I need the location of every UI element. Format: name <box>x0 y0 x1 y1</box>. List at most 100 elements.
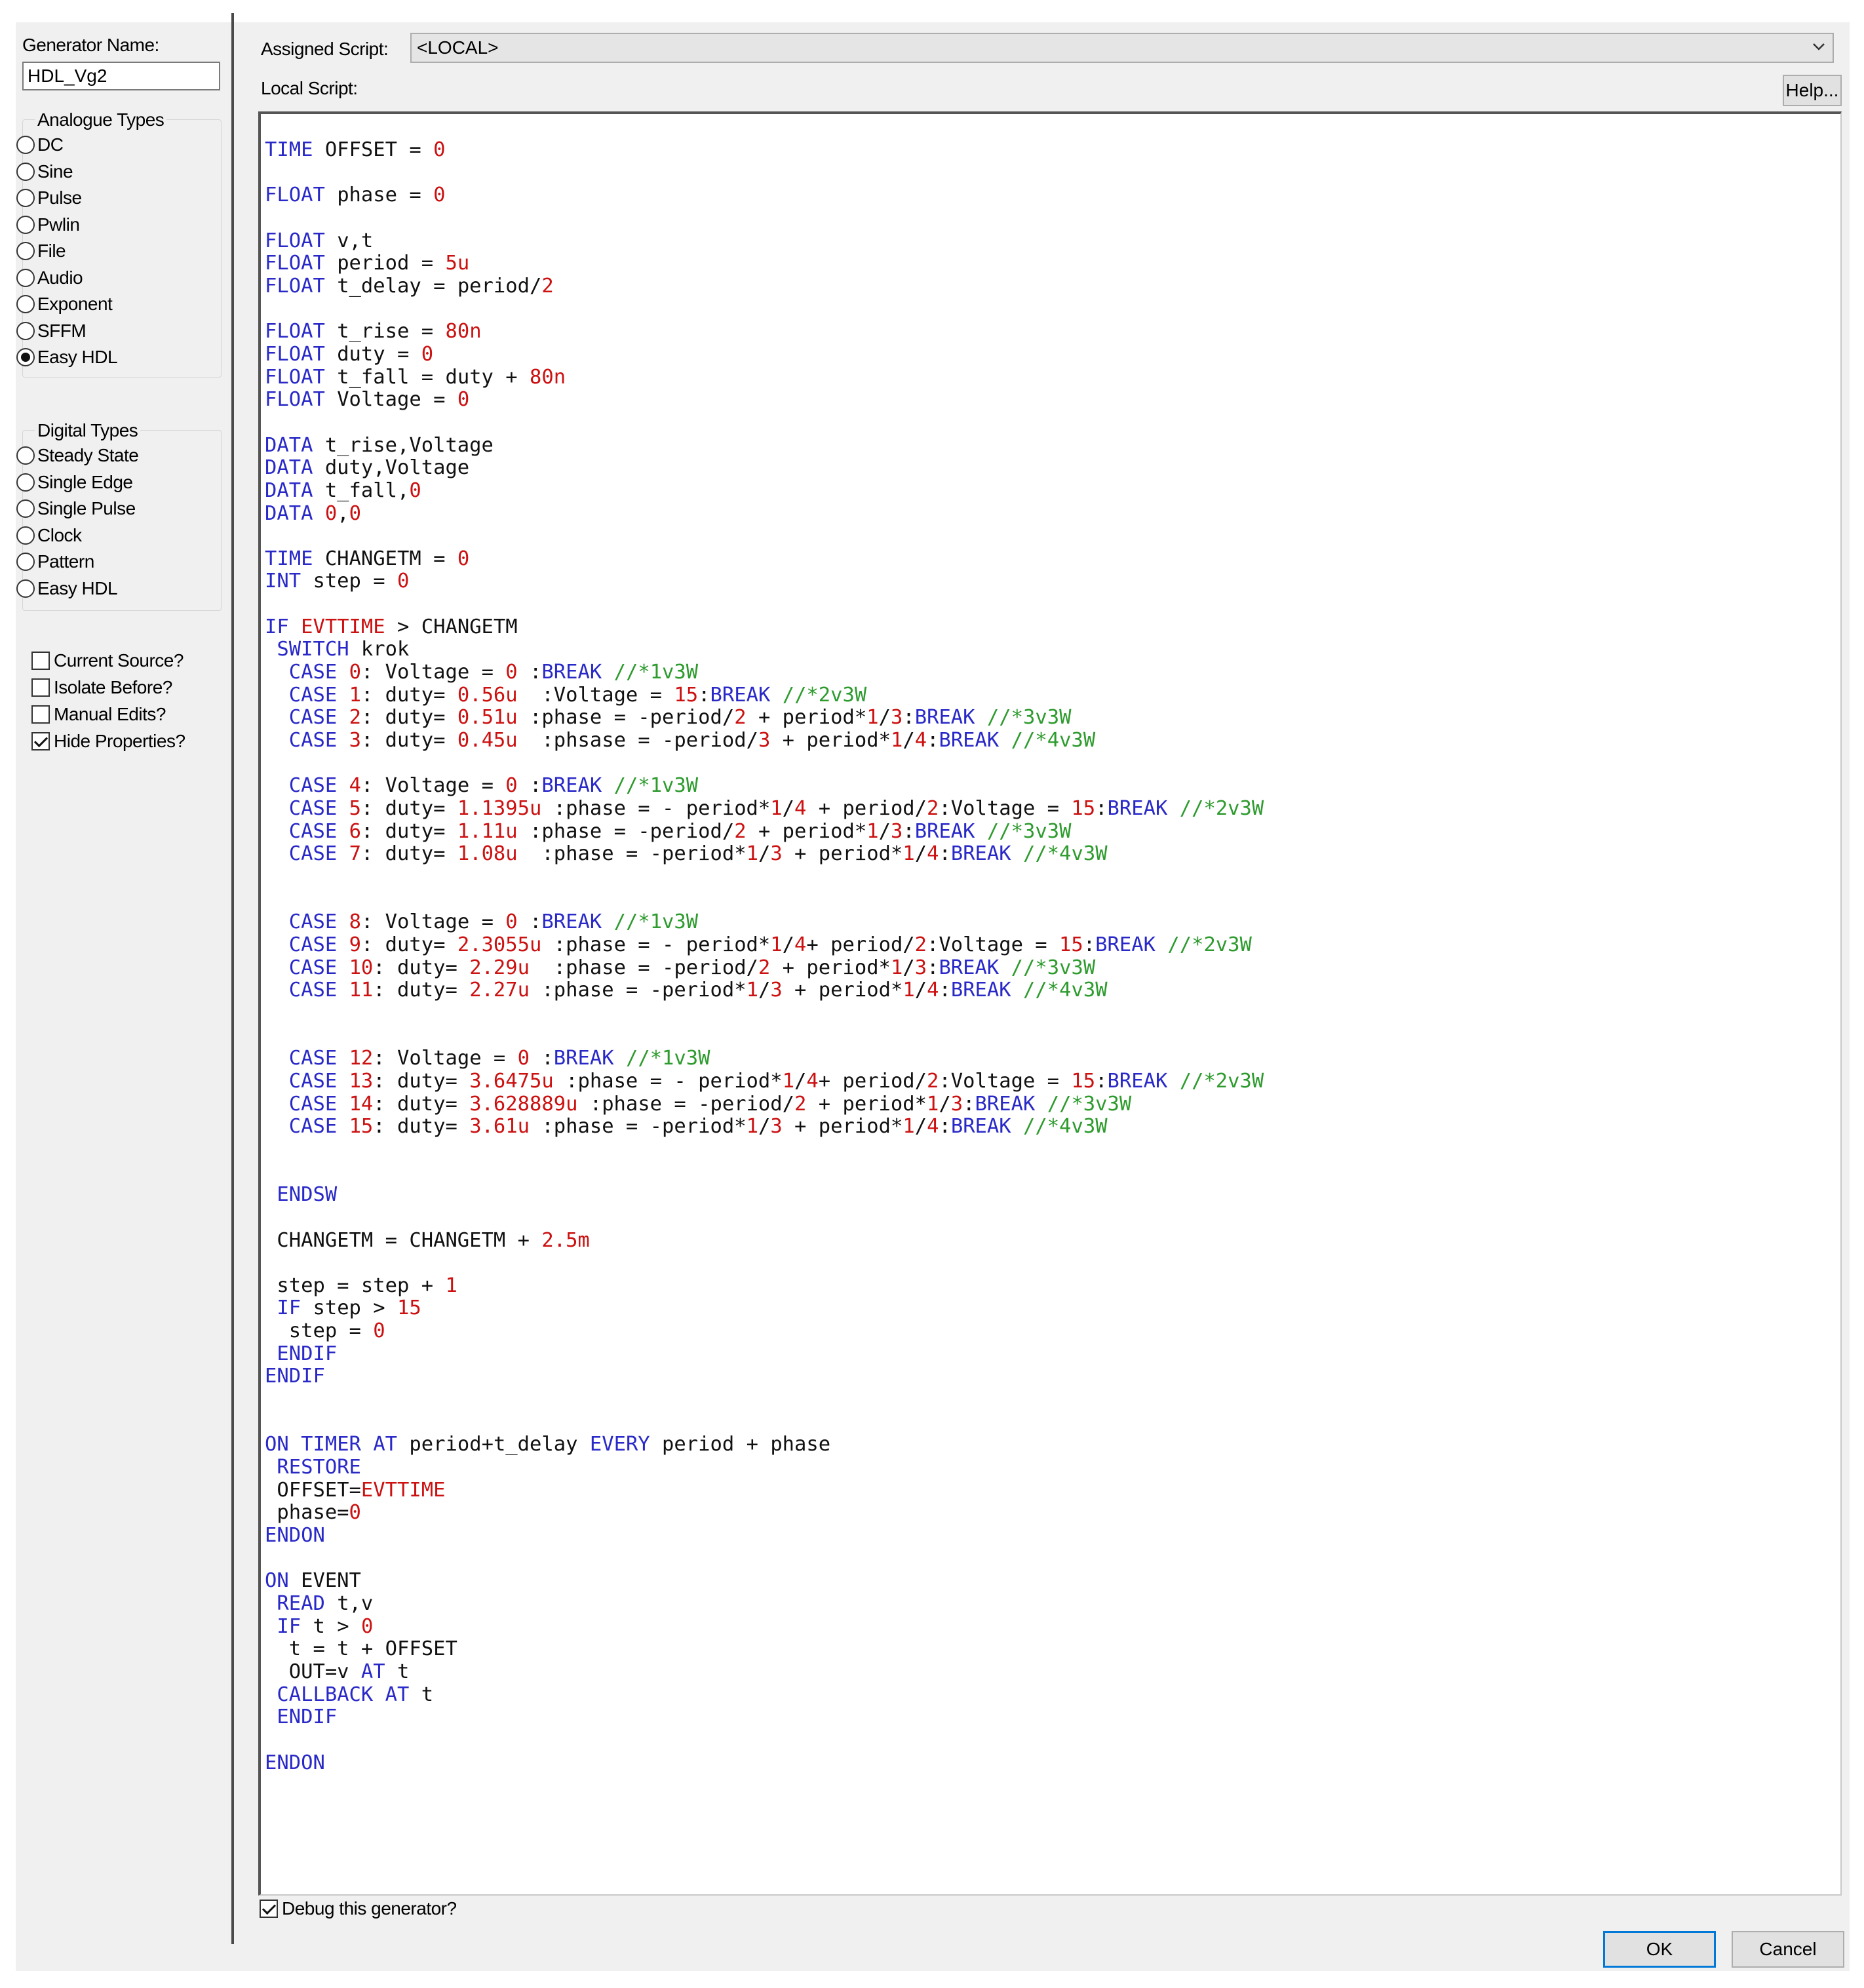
radio-circle[interactable] <box>16 268 35 287</box>
code-line: FLOAT t_rise = 80n <box>265 320 482 343</box>
analogue-radio-file[interactable]: File <box>16 239 66 263</box>
code-line: OUT=v AT t <box>265 1660 410 1683</box>
code-line: ENDSW <box>277 1183 338 1207</box>
digital-radio-pattern[interactable]: Pattern <box>16 550 94 574</box>
code-line: SWITCH krok <box>277 638 410 661</box>
code-line: step = step + 1 <box>265 1274 457 1297</box>
code-line: phase=0 <box>265 1501 361 1525</box>
analogue-radio-pulse[interactable]: Pulse <box>16 186 82 210</box>
radio-circle[interactable] <box>16 499 35 518</box>
local-script-editor[interactable]: TIME OFFSET = 0 FLOAT phase = 0 FLOAT v,… <box>258 111 1842 1896</box>
help-button[interactable]: Help... <box>1783 75 1842 106</box>
analogue-radio-pwlin[interactable]: Pwlin <box>16 213 80 237</box>
option-current-source-checkbox[interactable]: Current Source? <box>31 649 184 672</box>
radio-label: Single Pulse <box>37 498 136 518</box>
code-line: TIME OFFSET = 0 <box>265 138 446 161</box>
code-line: FLOAT v,t <box>265 229 374 252</box>
radio-label: Clock <box>37 524 82 545</box>
digital-radio-clock[interactable]: Clock <box>16 524 82 547</box>
option-manual-edits-checkbox[interactable]: Manual Edits? <box>31 703 166 726</box>
debug-generator-checkbox[interactable]: Debug this generator? <box>260 1897 457 1920</box>
radio-circle[interactable] <box>16 446 35 465</box>
analogue-radio-exponent[interactable]: Exponent <box>16 292 113 316</box>
radio-circle[interactable] <box>16 579 35 598</box>
radio-circle[interactable] <box>16 526 35 545</box>
digital-radio-single-pulse[interactable]: Single Pulse <box>16 497 136 520</box>
radio-label: Easy HDL <box>37 347 118 367</box>
radio-circle[interactable] <box>16 189 35 207</box>
radio-circle[interactable] <box>16 215 35 234</box>
checkbox-label: Hide Properties? <box>54 731 185 751</box>
radio-label: Steady State <box>37 445 139 465</box>
ok-button[interactable]: OK <box>1603 1931 1716 1968</box>
checkbox-box[interactable] <box>31 732 50 750</box>
checkbox-box[interactable] <box>31 705 50 724</box>
checkbox-box[interactable] <box>31 652 50 670</box>
analogue-radio-easy-hdl[interactable]: Easy HDL <box>16 345 118 369</box>
code-line: CASE 14: duty= 3.628889u :phase = -perio… <box>288 1092 1132 1116</box>
code-line: FLOAT t_fall = duty + 80n <box>265 365 566 389</box>
analogue-types-title: Analogue Types <box>35 109 167 131</box>
radio-label: Pulse <box>37 187 82 208</box>
code-line: OFFSET=EVTTIME <box>265 1478 446 1502</box>
code-line: CASE 12: Voltage = 0 :BREAK //*1v3W <box>288 1047 710 1070</box>
checkbox-label: Current Source? <box>54 650 184 671</box>
option-isolate-before-checkbox[interactable]: Isolate Before? <box>31 676 172 699</box>
code-line: CASE 3: duty= 0.45u :phsase = -period/3 … <box>288 729 1096 752</box>
radio-label: Pattern <box>37 551 94 572</box>
code-line: CASE 9: duty= 2.3055u :phase = - period*… <box>288 933 1252 956</box>
code-line: ENDIF <box>277 1705 338 1729</box>
radio-label: File <box>37 241 66 261</box>
code-line: CALLBACK AT t <box>277 1683 434 1706</box>
local-script-label: Local Script: <box>261 78 358 98</box>
code-line: FLOAT t_delay = period/2 <box>265 274 554 298</box>
radio-circle[interactable] <box>16 553 35 571</box>
code-line: IF step > 15 <box>277 1296 421 1320</box>
code-line: ENDIF <box>265 1365 325 1388</box>
option-hide-properties-checkbox[interactable]: Hide Properties? <box>31 730 185 753</box>
code-line: ENDON <box>265 1524 325 1548</box>
chevron-down-icon <box>1813 43 1825 50</box>
digital-radio-steady-state[interactable]: Steady State <box>16 444 139 467</box>
checkbox-box[interactable] <box>31 678 50 697</box>
analogue-radio-audio[interactable]: Audio <box>16 266 83 290</box>
radio-circle[interactable] <box>16 242 35 260</box>
digital-radio-single-edge[interactable]: Single Edge <box>16 471 133 494</box>
radio-circle[interactable] <box>16 473 35 492</box>
generator-name-label: Generator Name: <box>22 35 159 55</box>
analogue-radio-dc[interactable]: DC <box>16 133 64 157</box>
code-line: step = 0 <box>265 1319 385 1343</box>
code-line: ON EVENT <box>265 1569 361 1593</box>
radio-circle[interactable] <box>16 136 35 154</box>
radio-circle[interactable] <box>16 162 35 181</box>
assigned-script-dropdown[interactable]: <LOCAL> <box>410 33 1834 63</box>
radio-circle[interactable] <box>16 348 35 366</box>
analogue-radio-sffm[interactable]: SFFM <box>16 319 87 343</box>
debug-checkbox-box[interactable] <box>260 1900 278 1918</box>
code-line: CASE 7: duty= 1.08u :phase = -period*1/3… <box>288 842 1108 866</box>
code-line: CHANGETM = CHANGETM + 2.5m <box>265 1228 590 1252</box>
radio-circle[interactable] <box>16 321 35 340</box>
cancel-button[interactable]: Cancel <box>1732 1931 1844 1968</box>
code-line: ENDIF <box>277 1342 338 1365</box>
debug-checkbox-label: Debug this generator? <box>282 1898 457 1919</box>
code-line: IF EVTTIME > CHANGETM <box>265 615 518 638</box>
code-line: CASE 6: duty= 1.11u :phase = -period/2 +… <box>288 819 1072 843</box>
code-line: RESTORE <box>277 1456 361 1479</box>
code-line: IF t > 0 <box>277 1614 374 1638</box>
code-line: CASE 8: Voltage = 0 :BREAK //*1v3W <box>288 910 699 934</box>
code-line: CASE 13: duty= 3.6475u :phase = - period… <box>288 1069 1264 1093</box>
radio-circle[interactable] <box>16 295 35 313</box>
digital-radio-easy-hdl[interactable]: Easy HDL <box>16 577 118 600</box>
generator-name-input[interactable]: HDL_Vg2 <box>22 62 220 90</box>
analogue-radio-sine[interactable]: Sine <box>16 160 73 184</box>
